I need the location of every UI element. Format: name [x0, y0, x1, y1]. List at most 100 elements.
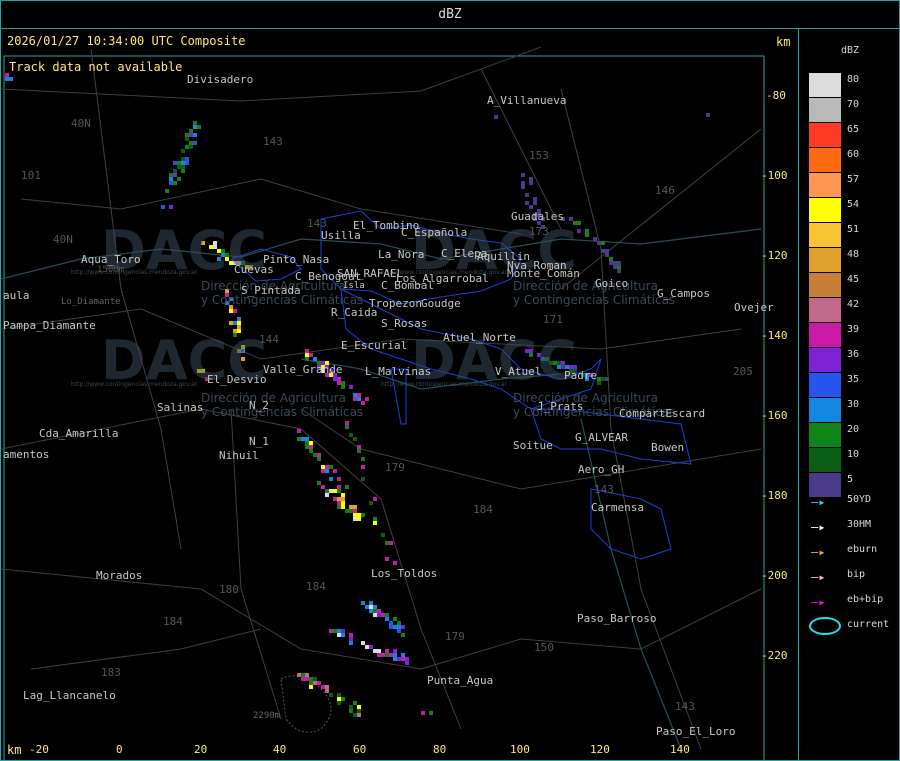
- legend-swatch: [809, 448, 841, 472]
- echo-cell: [494, 115, 498, 119]
- echo-cell: [329, 465, 333, 469]
- legend-value: 80: [847, 74, 860, 85]
- place-label: Pampa_Diamante: [3, 319, 96, 332]
- track-arrow-icon: —▸: [811, 595, 826, 609]
- echo-cell: [181, 169, 185, 173]
- echo-cell: [357, 517, 361, 521]
- legend-value: 30: [847, 399, 860, 410]
- echo-cell: [349, 433, 353, 437]
- place-label: Isla: [343, 281, 365, 291]
- echo-cell: [385, 557, 389, 561]
- echo-cell: [429, 711, 433, 715]
- legend-swatch: [809, 373, 841, 397]
- place-label: A_Villanueva: [487, 94, 567, 107]
- echo-cell: [349, 385, 353, 389]
- echo-cell: [305, 353, 309, 357]
- echo-cell: [585, 233, 589, 237]
- echo-cell: [345, 509, 349, 513]
- echo-cell: [309, 681, 313, 685]
- track-arrow-icon: —▸: [811, 545, 826, 559]
- legend-swatch: [809, 248, 841, 272]
- echo-cell: [533, 201, 537, 205]
- y-tick: -180: [761, 489, 788, 502]
- echo-cell: [385, 617, 389, 621]
- echo-cell: [401, 653, 405, 657]
- radar-map[interactable]: DACC DACC DACC DACC Dirección de Agricul…: [0, 28, 799, 761]
- echo-cell: [405, 661, 409, 665]
- echo-cell: [349, 509, 353, 513]
- echo-cell: [329, 693, 333, 697]
- echo-cell: [521, 173, 525, 177]
- echo-cell: [309, 353, 313, 357]
- echo-cell: [197, 125, 201, 129]
- x-tick: 40: [273, 743, 287, 756]
- echo-cell: [349, 637, 353, 641]
- echo-cell: [377, 613, 381, 617]
- echo-cell: [349, 709, 353, 713]
- echo-cell: [177, 161, 181, 165]
- track-label: bip: [847, 569, 866, 580]
- echo-cell: [349, 505, 353, 509]
- echo-cell: [161, 205, 165, 209]
- echo-cell: [357, 445, 361, 449]
- echo-cell: [189, 133, 193, 137]
- echo-cell: [333, 497, 337, 501]
- echo-cell: [401, 625, 405, 629]
- legend-value: 35: [847, 374, 860, 385]
- echo-cell: [189, 145, 193, 149]
- watermark-line1: Dirección de Agricultura: [201, 391, 346, 405]
- echo-cell: [337, 497, 341, 501]
- echo-cell: [385, 649, 389, 653]
- unit-label-bottom: km: [7, 743, 22, 757]
- echo-cell: [309, 685, 313, 689]
- echo-cell: [349, 641, 353, 645]
- echo-cell: [341, 505, 345, 509]
- legend-swatch: [809, 223, 841, 247]
- echo-cell: [373, 605, 377, 609]
- place-label: Bowen: [651, 441, 685, 454]
- legend-value: 65: [847, 124, 860, 135]
- echo-cell: [181, 161, 185, 165]
- echo-cell: [365, 605, 369, 609]
- legend-swatch: [809, 273, 841, 297]
- route-number: 101: [21, 169, 41, 182]
- echo-cell: [617, 265, 621, 269]
- legend-value: 39: [847, 324, 860, 335]
- route-number: 143: [263, 135, 283, 148]
- echo-cell: [233, 309, 237, 313]
- place-label: Monte_Comán: [507, 267, 580, 280]
- echo-cell: [173, 173, 177, 177]
- place-label: amentos: [3, 448, 50, 461]
- place-label: Paso_El_Loro: [656, 725, 736, 738]
- echo-cell: [349, 633, 353, 637]
- echo-cell: [341, 493, 345, 497]
- echo-cell: [337, 377, 341, 381]
- echo-cell: [317, 457, 321, 461]
- place-label: Lo_Diamante: [61, 297, 121, 307]
- echo-cell: [361, 641, 365, 645]
- place-label: Goico: [595, 277, 629, 290]
- watermark-url: http://www.contingencias.mendoza.gov.ar: [381, 381, 508, 388]
- echo-cell: [337, 485, 341, 489]
- y-tick: -200: [761, 569, 788, 582]
- echo-cell: [181, 157, 185, 161]
- echo-cell: [525, 193, 529, 197]
- track-arrow-icon: —▸: [811, 570, 826, 584]
- legend-swatch: [809, 323, 841, 347]
- echo-cell: [361, 513, 365, 517]
- legend-value: 20: [847, 424, 860, 435]
- echo-cell: [189, 141, 193, 145]
- elevation-label: 1500m: [97, 265, 125, 275]
- map-canvas[interactable]: [1, 29, 798, 760]
- echo-cell: [333, 469, 337, 473]
- echo-cell: [305, 677, 309, 681]
- echo-cell: [177, 177, 181, 181]
- route-number: 40N: [71, 117, 91, 130]
- echo-cell: [313, 453, 317, 457]
- echo-cell: [405, 657, 409, 661]
- place-label: Valle_Grande: [263, 363, 343, 376]
- echo-cell: [305, 437, 309, 441]
- echo-cell: [173, 169, 177, 173]
- echo-cell: [309, 445, 313, 449]
- route-number: 183: [101, 666, 121, 679]
